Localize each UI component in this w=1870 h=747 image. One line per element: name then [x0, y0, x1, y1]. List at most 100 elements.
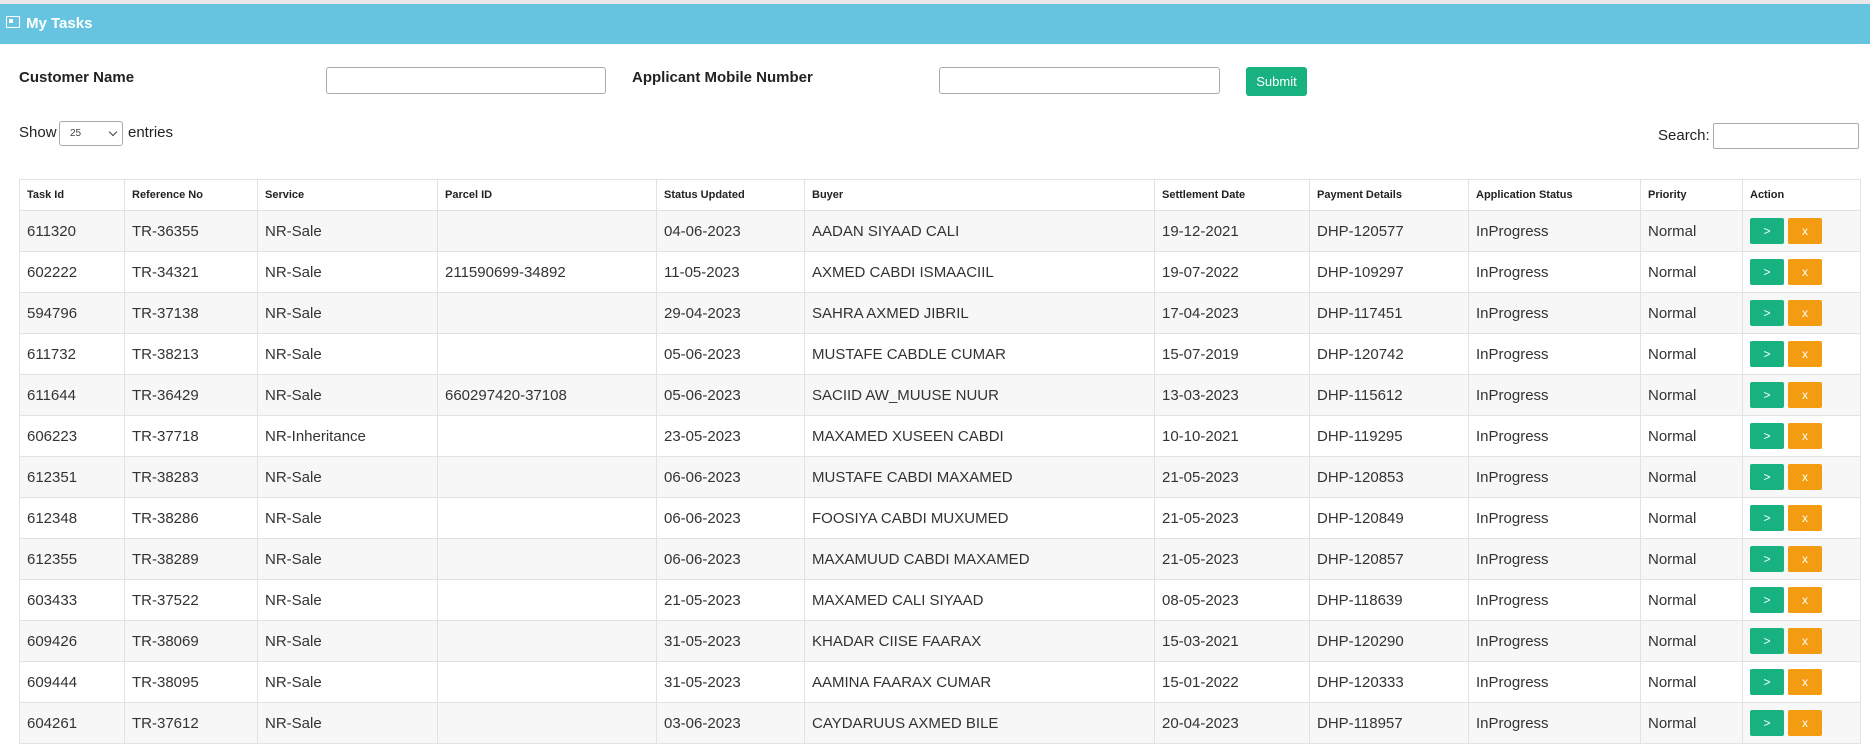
cell-action: > x: [1742, 333, 1861, 375]
cell-payment-details: DHP-109297: [1309, 251, 1469, 293]
cell-task-id: 611732: [19, 333, 125, 375]
cell-action: > x: [1742, 415, 1861, 457]
table-header: Task Id Reference No Service Parcel ID Statu…: [19, 179, 1861, 211]
open-task-button[interactable]: >: [1750, 218, 1784, 244]
column-header-application-status[interactable]: Application Status: [1468, 179, 1641, 211]
close-task-button[interactable]: x: [1788, 341, 1822, 367]
entries-select[interactable]: 25: [59, 121, 123, 146]
cell-priority: Normal: [1640, 333, 1743, 375]
cell-reference-no: TR-38286: [124, 497, 258, 539]
cell-service: NR-Sale: [257, 702, 438, 744]
cell-payment-details: DHP-120577: [1309, 210, 1469, 252]
open-task-button[interactable]: >: [1750, 423, 1784, 449]
cell-action: > x: [1742, 251, 1861, 293]
cell-payment-details: DHP-120857: [1309, 538, 1469, 580]
mobile-number-input[interactable]: [939, 67, 1220, 94]
cell-settlement-date: 17-04-2023: [1154, 292, 1310, 334]
cell-payment-details: DHP-120290: [1309, 620, 1469, 662]
close-task-button[interactable]: x: [1788, 259, 1822, 285]
column-header-settlement-date[interactable]: Settlement Date: [1154, 179, 1310, 211]
cell-reference-no: TR-38213: [124, 333, 258, 375]
close-task-button[interactable]: x: [1788, 382, 1822, 408]
cell-action: > x: [1742, 210, 1861, 252]
open-task-button[interactable]: >: [1750, 546, 1784, 572]
cell-reference-no: TR-38095: [124, 661, 258, 703]
table-row: 606223 TR-37718 NR-Inheritance 23-05-2023 MA…: [19, 415, 1861, 457]
cell-payment-details: DHP-120333: [1309, 661, 1469, 703]
cell-application-status: InProgress: [1468, 456, 1641, 498]
cell-priority: Normal: [1640, 579, 1743, 621]
cell-service: NR-Sale: [257, 497, 438, 539]
table-row: 612351 TR-38283 NR-Sale 06-06-2023 MUSTAFE C…: [19, 456, 1861, 498]
cell-reference-no: TR-38289: [124, 538, 258, 580]
cell-parcel-id: [437, 210, 657, 252]
close-task-button[interactable]: x: [1788, 587, 1822, 613]
cell-priority: Normal: [1640, 661, 1743, 703]
cell-reference-no: TR-37522: [124, 579, 258, 621]
column-header-reference-no[interactable]: Reference No: [124, 179, 258, 211]
tasks-table: Task Id Reference No Service Parcel ID Statu…: [19, 179, 1861, 744]
submit-button[interactable]: Submit: [1246, 67, 1307, 96]
cell-application-status: InProgress: [1468, 579, 1641, 621]
cell-payment-details: DHP-118957: [1309, 702, 1469, 744]
cell-application-status: InProgress: [1468, 620, 1641, 662]
cell-task-id: 611644: [19, 374, 125, 416]
close-task-button[interactable]: x: [1788, 218, 1822, 244]
table-row: 604261 TR-37612 NR-Sale 03-06-2023 CAYDARUUS…: [19, 702, 1861, 744]
table-row: 611732 TR-38213 NR-Sale 05-06-2023 MUSTAFE C…: [19, 333, 1861, 375]
open-task-button[interactable]: >: [1750, 341, 1784, 367]
cell-action: > x: [1742, 456, 1861, 498]
column-header-status-updated[interactable]: Status Updated: [656, 179, 805, 211]
close-task-button[interactable]: x: [1788, 464, 1822, 490]
close-task-button[interactable]: x: [1788, 710, 1822, 736]
open-task-button[interactable]: >: [1750, 464, 1784, 490]
cell-application-status: InProgress: [1468, 415, 1641, 457]
cell-priority: Normal: [1640, 497, 1743, 539]
cell-parcel-id: [437, 579, 657, 621]
panel-header: My Tasks: [0, 4, 1870, 44]
close-task-button[interactable]: x: [1788, 423, 1822, 449]
open-task-button[interactable]: >: [1750, 505, 1784, 531]
open-task-button[interactable]: >: [1750, 628, 1784, 654]
column-header-action[interactable]: Action: [1742, 179, 1861, 211]
cell-service: NR-Sale: [257, 456, 438, 498]
open-task-button[interactable]: >: [1750, 382, 1784, 408]
cell-payment-details: DHP-119295: [1309, 415, 1469, 457]
table-row: 612355 TR-38289 NR-Sale 06-06-2023 MAXAMUUD …: [19, 538, 1861, 580]
close-task-button[interactable]: x: [1788, 628, 1822, 654]
close-task-button[interactable]: x: [1788, 669, 1822, 695]
column-header-task-id[interactable]: Task Id: [19, 179, 125, 211]
column-header-buyer[interactable]: Buyer: [804, 179, 1155, 211]
close-task-button[interactable]: x: [1788, 300, 1822, 326]
cell-service: NR-Sale: [257, 661, 438, 703]
cell-action: > x: [1742, 661, 1861, 703]
column-header-parcel-id[interactable]: Parcel ID: [437, 179, 657, 211]
open-task-button[interactable]: >: [1750, 300, 1784, 326]
column-header-payment-details[interactable]: Payment Details: [1309, 179, 1469, 211]
cell-parcel-id: [437, 702, 657, 744]
cell-task-id: 612348: [19, 497, 125, 539]
customer-name-input[interactable]: [326, 67, 606, 94]
table-body: 611320 TR-36355 NR-Sale 04-06-2023 AADAN SIY…: [19, 210, 1861, 744]
column-header-service[interactable]: Service: [257, 179, 438, 211]
close-task-button[interactable]: x: [1788, 505, 1822, 531]
cell-task-id: 609426: [19, 620, 125, 662]
cell-task-id: 594796: [19, 292, 125, 334]
cell-service: NR-Inheritance: [257, 415, 438, 457]
chevron-down-icon: [108, 127, 118, 137]
cell-priority: Normal: [1640, 292, 1743, 334]
table-row: 612348 TR-38286 NR-Sale 06-06-2023 FOOSIYA C…: [19, 497, 1861, 539]
open-task-button[interactable]: >: [1750, 259, 1784, 285]
open-task-button[interactable]: >: [1750, 710, 1784, 736]
open-task-button[interactable]: >: [1750, 587, 1784, 613]
table-row: 603433 TR-37522 NR-Sale 21-05-2023 MAXAMED C…: [19, 579, 1861, 621]
cell-status-updated: 06-06-2023: [656, 456, 805, 498]
search-input[interactable]: [1713, 123, 1859, 149]
cell-payment-details: DHP-115612: [1309, 374, 1469, 416]
open-task-button[interactable]: >: [1750, 669, 1784, 695]
cell-settlement-date: 08-05-2023: [1154, 579, 1310, 621]
close-task-button[interactable]: x: [1788, 546, 1822, 572]
cell-action: > x: [1742, 292, 1861, 334]
column-header-priority[interactable]: Priority: [1640, 179, 1743, 211]
show-label: Show: [19, 124, 57, 141]
